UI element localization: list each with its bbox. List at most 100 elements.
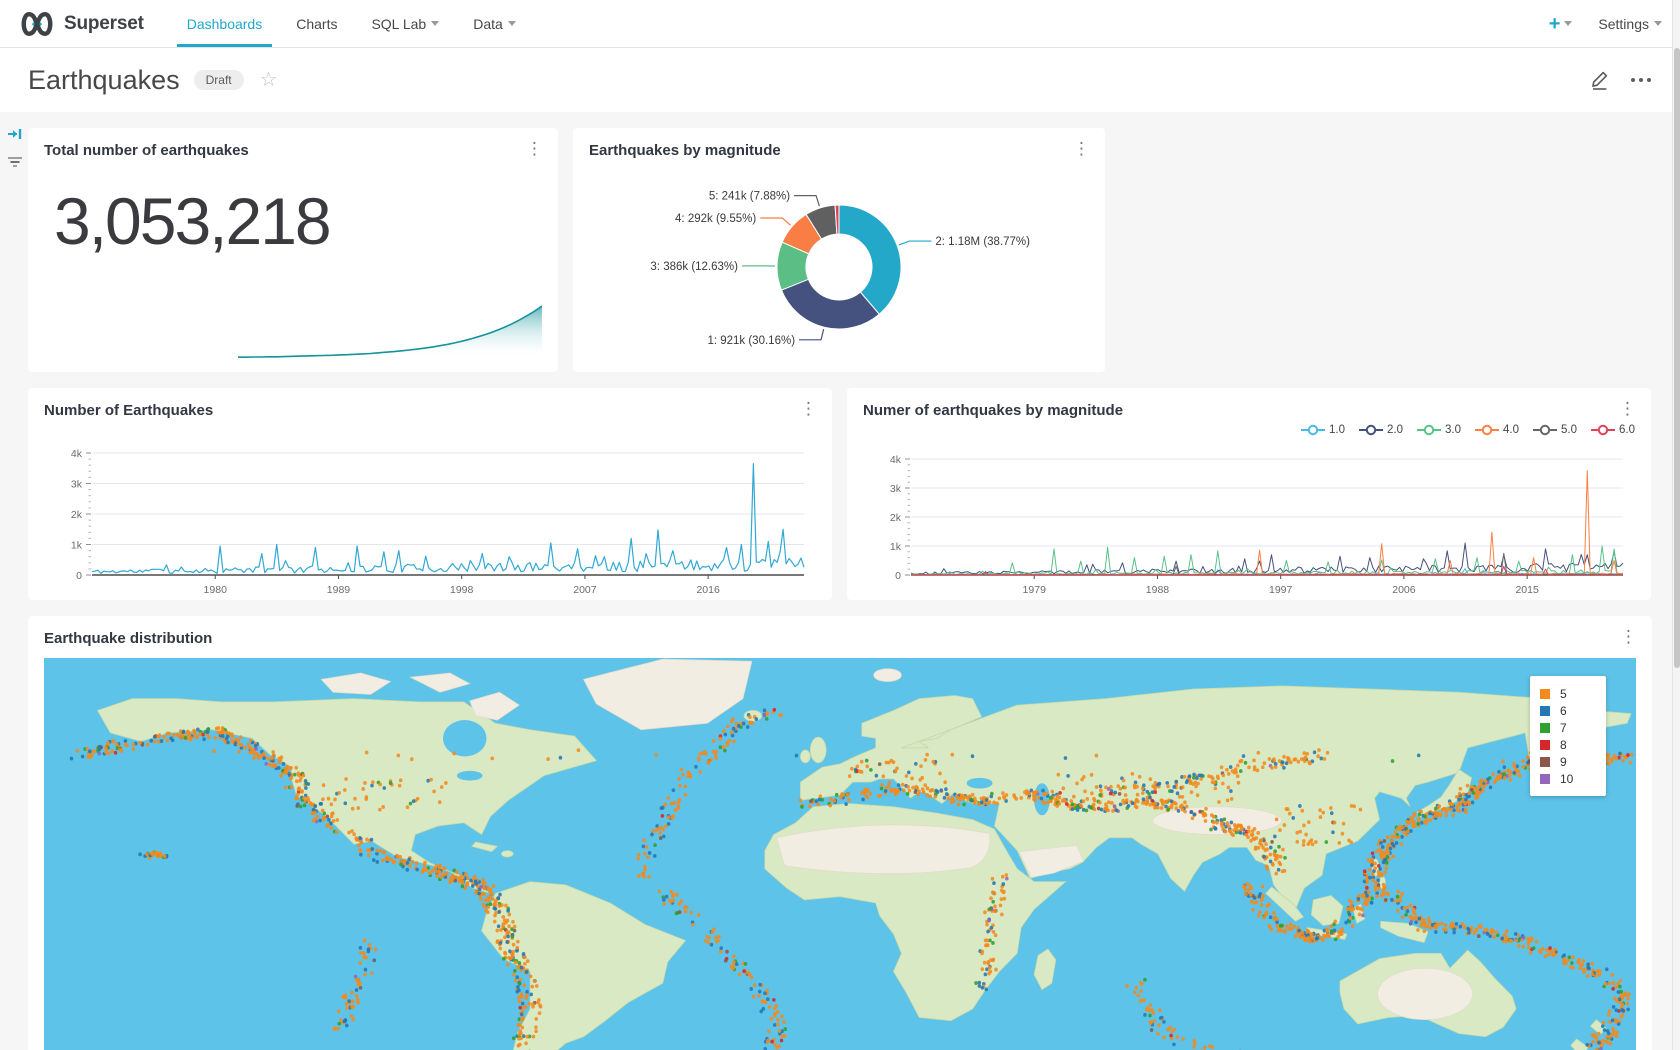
legend-item-5.0[interactable]: 5.0: [1533, 424, 1577, 436]
legend-item-2.0[interactable]: 2.0: [1359, 424, 1403, 436]
top-navbar: Superset Dashboards Charts SQL Lab Data …: [0, 0, 1680, 48]
superset-logo[interactable]: Superset: [18, 0, 144, 47]
legend-label: 7: [1560, 721, 1567, 735]
settings-label: Settings: [1598, 16, 1649, 32]
nav-item-charts[interactable]: Charts: [286, 0, 347, 47]
nav-item-sql-lab[interactable]: SQL Lab: [361, 0, 449, 47]
card-earthquake-distribution: Earthquake distribution ⋮: [28, 616, 1652, 1050]
legend-label: 9: [1560, 755, 1567, 769]
page-title: Earthquakes: [28, 65, 180, 96]
svg-text:2007: 2007: [573, 584, 597, 596]
nav-item-data[interactable]: Data: [463, 0, 526, 47]
world-map[interactable]: 56 78 9 10: [44, 658, 1636, 1050]
legend-swatch: [1540, 757, 1550, 767]
legend-item-1.0[interactable]: 1.0: [1301, 424, 1345, 436]
pie-label-3: 3: 386k (12.63%): [650, 261, 738, 273]
filter-icon[interactable]: [7, 156, 23, 168]
world-map-svg[interactable]: [44, 658, 1636, 1050]
chart-title: Total number of earthquakes: [28, 128, 558, 159]
legend-swatch: [1540, 740, 1550, 750]
pie-label-4: 4: 292k (9.55%): [675, 213, 756, 225]
map-legend-item-8: 8: [1540, 736, 1596, 753]
dashboard-row-1: Total number of earthquakes ⋮ 3,053,218 …: [28, 128, 1654, 372]
more-actions-button[interactable]: [1630, 77, 1652, 83]
chart-kebab-menu[interactable]: ⋮: [795, 398, 822, 419]
legend-label: 10: [1560, 772, 1573, 786]
chart-legend: 1.0 2.0 3.0 4.0 5.0 6.0: [1301, 424, 1635, 436]
legend-label: 5: [1560, 687, 1567, 701]
svg-text:1980: 1980: [204, 584, 228, 596]
nav-item-label: Dashboards: [187, 16, 263, 32]
legend-swatch: [1540, 689, 1550, 699]
map-legend-item-10: 10: [1540, 770, 1596, 787]
settings-menu[interactable]: Settings: [1598, 16, 1662, 32]
map-legend-item-7: 7: [1540, 719, 1596, 736]
page-scrollbar[interactable]: [1672, 0, 1680, 1050]
chart-title: Earthquakes by magnitude: [573, 128, 1105, 159]
svg-text:2k: 2k: [890, 512, 902, 524]
expand-filter-bar-icon[interactable]: [7, 126, 23, 142]
chevron-down-icon: [508, 21, 516, 30]
chevron-down-icon: [431, 21, 439, 30]
favorite-star-icon[interactable]: ☆: [260, 70, 278, 90]
filter-bar-collapsed: [4, 126, 26, 168]
dashboard-header: Earthquakes Draft ☆: [0, 48, 1680, 112]
legend-swatch: [1540, 706, 1550, 716]
map-legend: 56 78 9 10: [1530, 676, 1606, 796]
pie-slice-2[interactable]: [839, 205, 901, 314]
legend-label: 1.0: [1329, 424, 1345, 436]
legend-label: 4.0: [1503, 424, 1519, 436]
legend-marker-icon: [1591, 424, 1615, 436]
line-series-count: [92, 464, 804, 574]
svg-text:1979: 1979: [1023, 584, 1047, 596]
chevron-down-icon: [1564, 21, 1572, 30]
svg-text:4k: 4k: [71, 448, 83, 460]
legend-marker-icon: [1475, 424, 1499, 436]
chart-kebab-menu[interactable]: ⋮: [1068, 138, 1095, 159]
legend-item-3.0[interactable]: 3.0: [1417, 424, 1461, 436]
pencil-icon: [1590, 69, 1610, 91]
nav-item-label: SQL Lab: [371, 16, 426, 32]
svg-text:3k: 3k: [71, 479, 83, 491]
svg-text:2016: 2016: [696, 584, 720, 596]
plus-icon: +: [1549, 14, 1561, 34]
legend-label: 3.0: [1445, 424, 1461, 436]
nav-item-dashboards[interactable]: Dashboards: [177, 0, 273, 47]
magnitude-series-line-chart[interactable]: 01k2k3k4k19791988199720062015: [861, 451, 1635, 599]
chevron-down-icon: [1654, 21, 1662, 30]
legend-swatch: [1540, 723, 1550, 733]
pie-label-5: 5: 241k (7.88%): [709, 191, 790, 203]
pie-slice-1[interactable]: [781, 279, 879, 329]
chart-title: Numer of earthquakes by magnitude: [847, 388, 1651, 419]
legend-label: 6.0: [1619, 424, 1635, 436]
legend-item-6.0[interactable]: 6.0: [1591, 424, 1635, 436]
map-legend-item-6: 6: [1540, 702, 1596, 719]
card-earthquakes-by-magnitude: Earthquakes by magnitude ⋮ 2: 1.18M (38.…: [573, 128, 1105, 372]
map-legend-item-9: 9: [1540, 753, 1596, 770]
legend-marker-icon: [1533, 424, 1557, 436]
svg-text:2006: 2006: [1392, 584, 1416, 596]
scrollbar-thumb[interactable]: [1674, 48, 1680, 668]
brand-name: Superset: [64, 13, 144, 35]
chart-kebab-menu[interactable]: ⋮: [521, 138, 548, 159]
legend-item-4.0[interactable]: 4.0: [1475, 424, 1519, 436]
magnitude-donut-chart[interactable]: 2: 1.18M (38.77%)1: 921k (30.16%)3: 386k…: [589, 161, 1089, 361]
new-item-button[interactable]: +: [1549, 14, 1573, 34]
chart-kebab-menu[interactable]: ⋮: [1614, 398, 1641, 419]
pie-label-2: 2: 1.18M (38.77%): [935, 236, 1030, 248]
svg-text:4k: 4k: [890, 454, 902, 466]
line-series-4.0: [911, 471, 1623, 575]
dashboard-grid: Total number of earthquakes ⋮ 3,053,218 …: [0, 112, 1680, 1050]
chart-title: Number of Earthquakes: [28, 388, 832, 419]
map-legend-item-5: 5: [1540, 685, 1596, 702]
legend-swatch: [1540, 774, 1550, 784]
svg-text:2015: 2015: [1515, 584, 1539, 596]
big-number-trend-chart[interactable]: [238, 300, 542, 360]
edit-dashboard-button[interactable]: [1590, 69, 1610, 91]
big-number-value: 3,053,218: [28, 159, 558, 259]
svg-text:3k: 3k: [890, 483, 902, 495]
card-earthquakes-by-magnitude-lines: Numer of earthquakes by magnitude ⋮ 1.0 2…: [847, 388, 1651, 600]
chart-kebab-menu[interactable]: ⋮: [1615, 626, 1642, 647]
legend-marker-icon: [1417, 424, 1441, 436]
earthquake-count-line-chart[interactable]: 01k2k3k4k19801989199820072016: [42, 445, 816, 599]
